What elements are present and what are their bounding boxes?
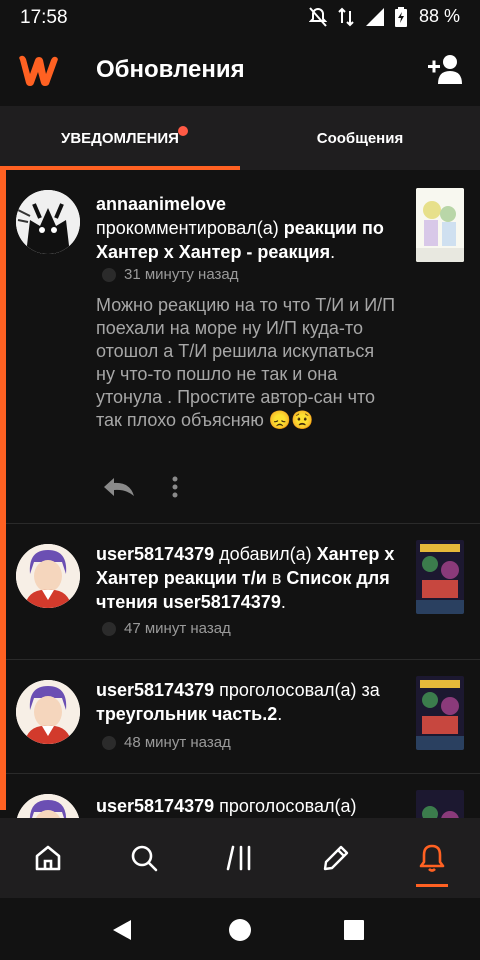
story-cover[interactable] xyxy=(416,790,464,818)
timestamp: 47 минут назад xyxy=(124,620,231,637)
battery-percent: 88 % xyxy=(418,6,460,26)
avatar[interactable] xyxy=(16,680,80,744)
recents-button[interactable] xyxy=(336,912,372,948)
notification-text: user58174379 добавил(а) Хантер х Хантер … xyxy=(96,542,406,614)
recents-square-icon xyxy=(344,920,364,940)
username[interactable]: user58174379 xyxy=(96,544,214,564)
system-nav-bar xyxy=(0,898,480,960)
home-icon xyxy=(35,845,61,871)
list-item[interactable]: annaanimelove прокомментировал(а) реакци… xyxy=(6,170,480,524)
add-friend-icon[interactable] xyxy=(428,54,464,84)
battery-icon xyxy=(394,6,407,27)
comment-type-icon xyxy=(102,267,116,282)
action-text: прокомментировал(а) xyxy=(96,218,284,238)
search-icon xyxy=(131,845,158,872)
data-transfer-icon xyxy=(338,7,354,26)
nav-home[interactable] xyxy=(18,838,78,878)
tab-notifications[interactable]: УВЕДОМЛЕНИЯ xyxy=(0,106,240,170)
story-cover[interactable] xyxy=(416,676,464,750)
notification-list[interactable]: annaanimelove прокомментировал(а) реакци… xyxy=(0,170,480,818)
back-button[interactable] xyxy=(104,912,140,948)
bell-icon xyxy=(419,844,445,872)
tab-notifications-label: УВЕДОМЛЕНИЯ xyxy=(61,130,179,147)
status-bar: 17:58 88 % xyxy=(0,0,480,34)
dnd-bell-off-icon xyxy=(308,6,327,27)
home-circle-icon xyxy=(229,919,251,941)
text-suffix: . xyxy=(280,592,286,612)
nav-notifications[interactable] xyxy=(402,838,462,878)
library-type-icon xyxy=(102,621,116,636)
username[interactable]: user58174379 xyxy=(96,680,214,700)
nav-search[interactable] xyxy=(114,838,174,878)
unread-dot xyxy=(178,126,188,136)
timestamp: 31 минуту назад xyxy=(124,266,239,283)
vote-star-icon xyxy=(102,735,116,750)
nav-library[interactable] xyxy=(210,838,270,878)
notification-text: user58174379 проголосовал(а) за треуголь… xyxy=(96,678,406,726)
more-options-icon[interactable] xyxy=(172,476,178,498)
timestamp-row: 47 минут назад xyxy=(102,620,231,637)
notification-text: user58174379 проголосовал(а) xyxy=(96,794,406,818)
timestamp-row: 31 минуту назад xyxy=(102,266,238,283)
comment-actions xyxy=(102,476,178,498)
home-button[interactable] xyxy=(222,912,258,948)
notification-text: annaanimelove прокомментировал(а) реакци… xyxy=(96,192,406,264)
action-text-mid: в xyxy=(266,568,287,588)
tab-messages-label: Сообщения xyxy=(316,130,404,147)
reply-icon[interactable] xyxy=(102,476,136,498)
story-cover[interactable] xyxy=(416,188,464,262)
tab-messages[interactable]: Сообщения xyxy=(240,106,480,170)
avatar[interactable] xyxy=(16,544,80,608)
page-title: Обновления xyxy=(96,56,245,83)
list-item[interactable]: user58174379 проголосовал(а) xyxy=(6,774,480,818)
story-link[interactable]: треугольник часть.2 xyxy=(96,704,277,724)
action-text: добавил(а) xyxy=(214,544,317,564)
library-icon xyxy=(226,845,251,871)
story-cover[interactable] xyxy=(416,540,464,614)
text-suffix: . xyxy=(277,704,283,724)
timestamp-row: 48 минут назад xyxy=(102,734,231,751)
avatar[interactable] xyxy=(16,190,80,254)
signal-icon xyxy=(365,7,384,26)
list-item[interactable]: user58174379 добавил(а) Хантер х Хантер … xyxy=(6,524,480,660)
action-text: проголосовал(а) за xyxy=(214,680,380,700)
write-icon xyxy=(323,845,349,871)
active-nav-indicator xyxy=(416,884,448,887)
status-time: 17:58 xyxy=(20,7,68,28)
avatar[interactable] xyxy=(16,794,80,818)
text-suffix: . xyxy=(330,242,336,262)
username[interactable]: user58174379 xyxy=(96,796,214,816)
back-icon xyxy=(113,920,131,940)
timestamp: 48 минут назад xyxy=(124,734,231,751)
comment-text: Можно реакцию на то что Т/И и И/П поехал… xyxy=(96,295,396,430)
username[interactable]: annaanimelove xyxy=(96,194,226,214)
app-bar: Обновления xyxy=(0,34,480,106)
wattpad-logo-icon[interactable] xyxy=(16,54,60,88)
action-text: проголосовал(а) xyxy=(214,796,357,816)
nav-write[interactable] xyxy=(306,838,366,878)
tab-bar: УВЕДОМЛЕНИЯ Сообщения xyxy=(0,106,480,170)
bottom-nav xyxy=(0,818,480,898)
list-item[interactable]: user58174379 проголосовал(а) за треуголь… xyxy=(6,660,480,774)
